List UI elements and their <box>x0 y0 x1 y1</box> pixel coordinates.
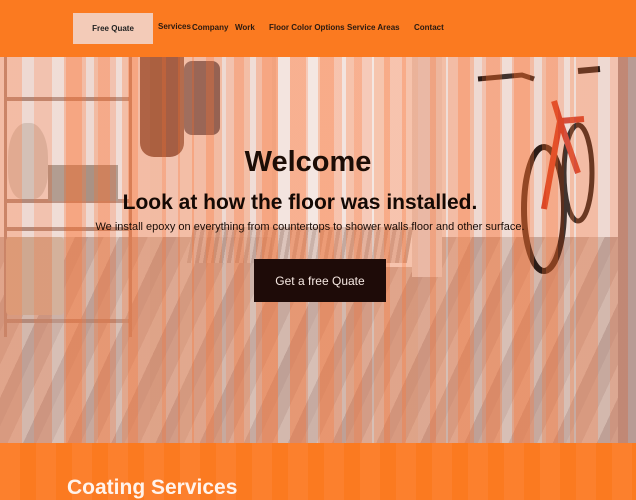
nav-link-floor-color-options[interactable]: Floor Color Options <box>269 23 345 32</box>
hero-background-basket <box>6 237 64 315</box>
nav-link-company[interactable]: Company <box>192 23 228 32</box>
shelf-board <box>7 97 129 101</box>
top-nav: Free Quate Services Company Work Floor C… <box>0 0 636 57</box>
hero-background-pillar <box>618 57 636 443</box>
hero-background-coat <box>140 57 184 157</box>
nav-link-service-areas[interactable]: Service Areas <box>347 23 400 32</box>
hero-title: Welcome <box>244 146 372 178</box>
nav-link-services[interactable]: Services <box>158 22 191 31</box>
hero-background-bag <box>184 61 220 135</box>
shelf-board <box>7 319 129 323</box>
section-title: Coating Services <box>67 476 238 499</box>
nav-link-work[interactable]: Work <box>235 23 255 32</box>
hero-banner: Welcome Look at how the floor was instal… <box>0 57 636 443</box>
free-quote-button[interactable]: Free Quate <box>73 13 153 44</box>
nav-link-contact[interactable]: Contact <box>414 23 444 32</box>
hero-description: We install epoxy on everything from coun… <box>95 221 525 233</box>
hero-subtitle: Look at how the floor was installed. <box>122 191 478 214</box>
get-free-quote-button[interactable]: Get a free Quate <box>254 259 386 302</box>
coating-services-section: Coating Services <box>0 443 636 500</box>
